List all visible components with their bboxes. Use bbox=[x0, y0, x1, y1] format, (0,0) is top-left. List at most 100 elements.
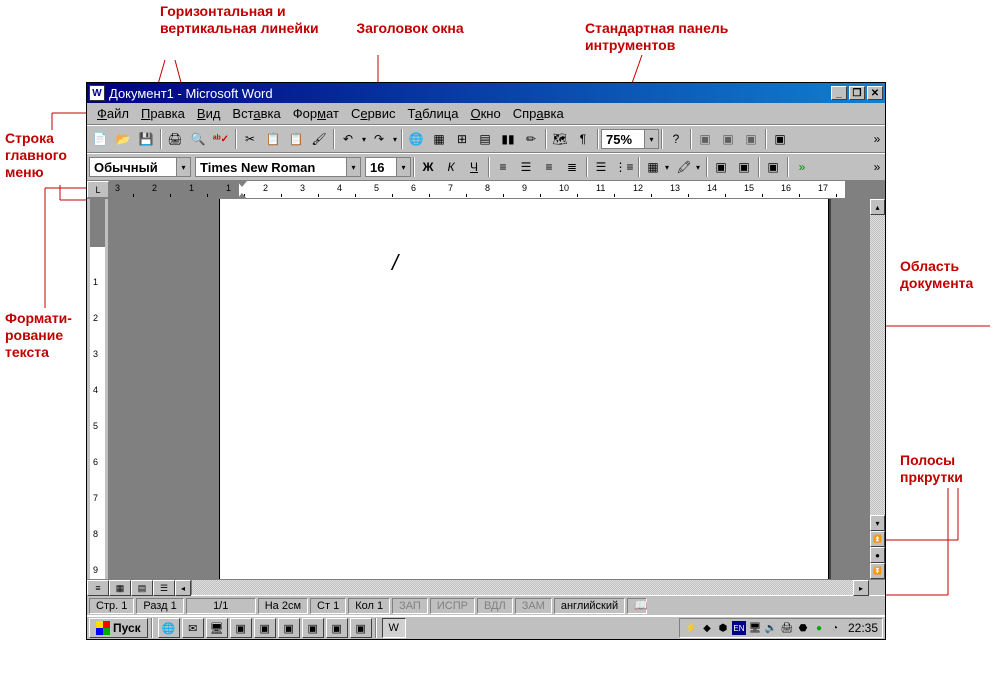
tables-borders-icon[interactable]: ▦ bbox=[428, 128, 450, 150]
status-trk[interactable]: ИСПР bbox=[430, 598, 475, 614]
misc-fmt-1[interactable]: ▣ bbox=[710, 156, 732, 178]
print-preview-icon[interactable]: 🔍 bbox=[187, 128, 209, 150]
undo-dropdown[interactable]: ▾ bbox=[360, 128, 368, 150]
menu-insert[interactable]: Вставка bbox=[226, 104, 286, 123]
quicklaunch-ie-icon[interactable]: 🌐 bbox=[158, 618, 180, 638]
size-combo[interactable]: ▾ bbox=[365, 157, 411, 177]
bullet-list-icon[interactable]: ⋮≡ bbox=[613, 156, 635, 178]
menu-table[interactable]: Таблица bbox=[401, 104, 464, 123]
hyperlink-icon[interactable]: 🌐 bbox=[405, 128, 427, 150]
status-rec[interactable]: ЗАП bbox=[392, 598, 428, 614]
align-justify-icon[interactable]: ≣ bbox=[561, 156, 583, 178]
status-language[interactable]: английский bbox=[554, 598, 625, 614]
undo-icon[interactable]: ↶ bbox=[337, 128, 359, 150]
tray-icon-6[interactable]: 🔊 bbox=[764, 621, 778, 635]
menu-window[interactable]: Окно bbox=[464, 104, 506, 123]
style-dropdown-icon[interactable]: ▾ bbox=[176, 158, 190, 176]
misc-fmt-3[interactable]: ▣ bbox=[762, 156, 784, 178]
open-icon[interactable]: 📂 bbox=[112, 128, 134, 150]
size-dropdown-icon[interactable]: ▾ bbox=[396, 158, 410, 176]
style-input[interactable] bbox=[90, 160, 176, 175]
menu-help[interactable]: Справка bbox=[507, 104, 570, 123]
show-hide-icon[interactable]: ¶ bbox=[572, 128, 594, 150]
redo-icon[interactable]: ↷ bbox=[368, 128, 390, 150]
print-icon[interactable]: 🖨 bbox=[164, 128, 186, 150]
quicklaunch-desktop-icon[interactable]: 🖥 bbox=[206, 618, 228, 638]
menu-format[interactable]: Формат bbox=[287, 104, 345, 123]
horizontal-ruler[interactable]: L 3211234567891011121314151617 bbox=[87, 181, 885, 199]
tray-icon-5[interactable]: 🖥 bbox=[748, 621, 762, 635]
document-area[interactable]: / bbox=[109, 199, 869, 579]
paste-icon[interactable]: 📋 bbox=[285, 128, 307, 150]
next-page-icon[interactable]: ⏬ bbox=[870, 563, 885, 579]
prev-page-icon[interactable]: ⏫ bbox=[870, 531, 885, 547]
browse-object-icon[interactable]: ● bbox=[870, 547, 885, 563]
outline-view-icon[interactable]: ☰ bbox=[153, 580, 175, 596]
tray-icon-1[interactable]: ⚡ bbox=[684, 621, 698, 635]
status-ext[interactable]: ВДЛ bbox=[477, 598, 513, 614]
spellcheck-icon[interactable]: ᵃᵇ✓ bbox=[210, 128, 232, 150]
misc-icon-2[interactable]: ▣ bbox=[717, 128, 739, 150]
close-button[interactable]: ✕ bbox=[867, 86, 883, 100]
menu-view[interactable]: Вид bbox=[191, 104, 227, 123]
help-icon[interactable]: ? bbox=[665, 128, 687, 150]
excel-icon[interactable]: ▤ bbox=[474, 128, 496, 150]
size-input[interactable] bbox=[366, 160, 396, 175]
cut-icon[interactable]: ✂ bbox=[239, 128, 261, 150]
bold-icon[interactable]: Ж bbox=[417, 156, 439, 178]
menu-service[interactable]: Сервис bbox=[345, 104, 402, 123]
quicklaunch-oe-icon[interactable]: ✉ bbox=[182, 618, 204, 638]
scroll-left-icon[interactable]: ◂ bbox=[175, 580, 191, 596]
font-input[interactable] bbox=[196, 160, 346, 175]
toolbar-overflow-icon[interactable]: » bbox=[872, 128, 882, 150]
scroll-up-icon[interactable]: ▴ bbox=[870, 199, 885, 215]
zoom-combo[interactable]: ▾ bbox=[601, 129, 659, 149]
minimize-button[interactable]: _ bbox=[831, 86, 847, 100]
scroll-right-icon[interactable]: ▸ bbox=[853, 580, 869, 596]
tray-icon-8[interactable]: ⬣ bbox=[796, 621, 810, 635]
highlight-dropdown[interactable]: ▾ bbox=[696, 163, 704, 172]
zoom-dropdown-icon[interactable]: ▾ bbox=[644, 130, 658, 148]
insert-table-icon[interactable]: ⊞ bbox=[451, 128, 473, 150]
font-combo[interactable]: ▾ bbox=[195, 157, 361, 177]
menu-file[interactable]: Файл bbox=[91, 104, 135, 123]
tab-selector[interactable]: L bbox=[87, 181, 109, 198]
save-icon[interactable]: 💾 bbox=[135, 128, 157, 150]
misc-icon-1[interactable]: ▣ bbox=[694, 128, 716, 150]
web-view-icon[interactable]: ▦ bbox=[109, 580, 131, 596]
style-combo[interactable]: ▾ bbox=[89, 157, 191, 177]
misc-icon-3[interactable]: ▣ bbox=[740, 128, 762, 150]
italic-icon[interactable]: К bbox=[440, 156, 462, 178]
tray-icon-10[interactable]: ◔ bbox=[828, 621, 842, 635]
tray-icon-2[interactable]: ◆ bbox=[700, 621, 714, 635]
page[interactable]: / bbox=[219, 199, 829, 579]
clock[interactable]: 22:35 bbox=[848, 621, 878, 635]
tray-icon-lang[interactable]: EN bbox=[732, 621, 746, 635]
tray-icon-7[interactable]: 🖨 bbox=[780, 621, 794, 635]
columns-icon[interactable]: ▮▮ bbox=[497, 128, 519, 150]
align-right-icon[interactable]: ≡ bbox=[538, 156, 560, 178]
resize-grip[interactable] bbox=[869, 580, 885, 595]
quicklaunch-icon-7[interactable]: ▣ bbox=[302, 618, 324, 638]
drawing-icon[interactable]: ✏ bbox=[520, 128, 542, 150]
borders-icon[interactable]: ▦ bbox=[642, 156, 664, 178]
font-dropdown-icon[interactable]: ▾ bbox=[346, 158, 360, 176]
quicklaunch-icon-8[interactable]: ▣ bbox=[326, 618, 348, 638]
redo-dropdown[interactable]: ▾ bbox=[391, 128, 399, 150]
misc-icon-4[interactable]: ▣ bbox=[769, 128, 791, 150]
indent-marker[interactable] bbox=[237, 181, 247, 198]
numbered-list-icon[interactable]: ☰ bbox=[590, 156, 612, 178]
quicklaunch-icon-6[interactable]: ▣ bbox=[278, 618, 300, 638]
restore-button[interactable]: ❐ bbox=[849, 86, 865, 100]
tray-icon-9[interactable]: ● bbox=[812, 621, 826, 635]
menu-edit[interactable]: Правка bbox=[135, 104, 191, 123]
borders-dropdown[interactable]: ▾ bbox=[665, 163, 673, 172]
normal-view-icon[interactable]: ≡ bbox=[87, 580, 109, 596]
new-file-icon[interactable]: 📄 bbox=[89, 128, 111, 150]
copy-icon[interactable]: 📋 bbox=[262, 128, 284, 150]
start-button[interactable]: Пуск bbox=[89, 618, 148, 638]
align-center-icon[interactable]: ☰ bbox=[515, 156, 537, 178]
quicklaunch-icon-5[interactable]: ▣ bbox=[254, 618, 276, 638]
misc-fmt-2[interactable]: ▣ bbox=[733, 156, 755, 178]
document-map-icon[interactable]: 🗺 bbox=[549, 128, 571, 150]
